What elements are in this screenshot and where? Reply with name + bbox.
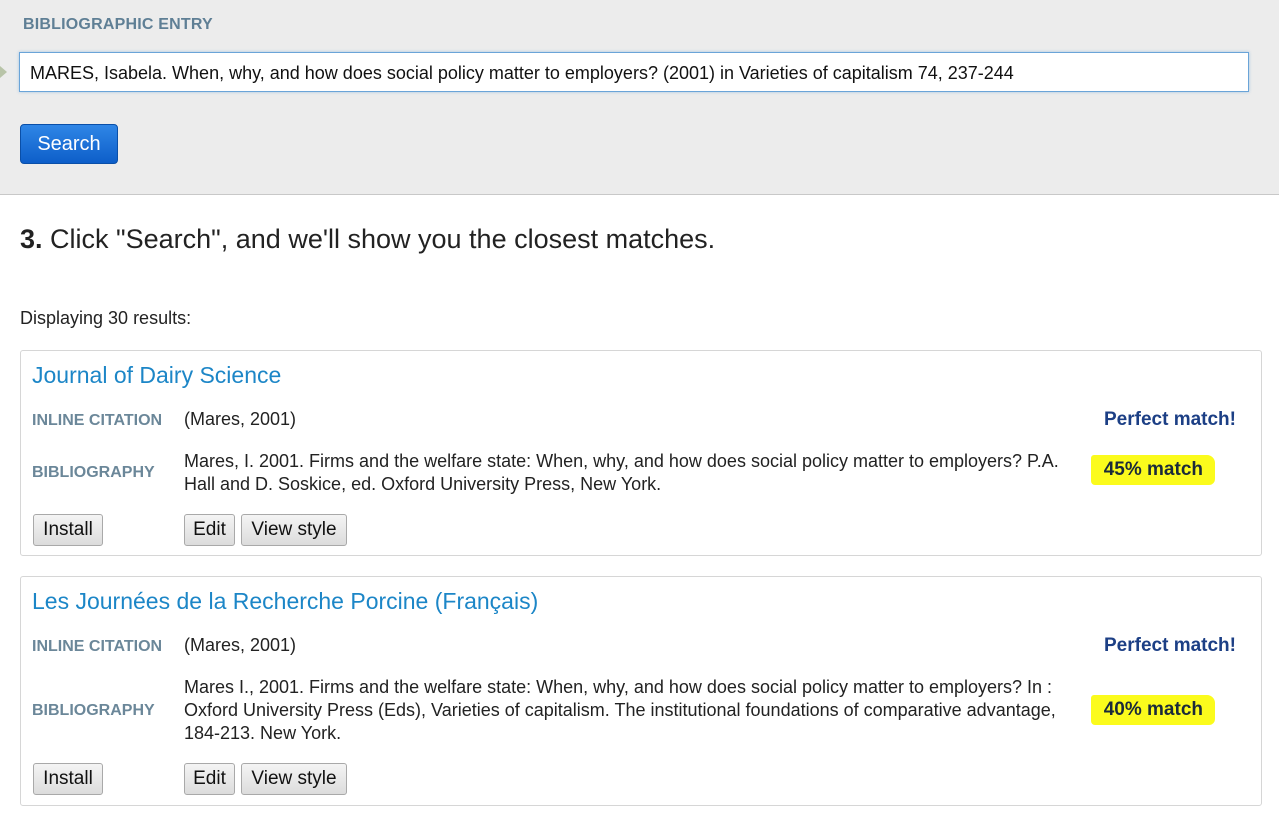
style-title-link[interactable]: Les Journées de la Recherche Porcine (Fr… [32,588,538,615]
bibliography-match-badge: 45% match [1090,455,1215,485]
bibliography-text: Mares, I. 2001. Firms and the welfare st… [184,451,1059,494]
install-button[interactable]: Install [33,514,103,546]
view-style-button[interactable]: View style [241,763,347,795]
result-card: Les Journées de la Recherche Porcine (Fr… [20,576,1262,806]
step-number: 3. [20,224,43,254]
inline-citation-label: INLINE CITATION [32,412,163,429]
inline-citation-text: (Mares, 2001) [184,409,297,429]
inline-citation-label: INLINE CITATION [32,638,163,655]
step-heading: 3. Click "Search", and we'll show you th… [20,224,715,255]
bibliography-label: BIBLIOGRAPHY [32,464,155,481]
edit-button[interactable]: Edit [184,763,235,795]
inline-match-badge: Perfect match! [1104,409,1236,430]
edit-button[interactable]: Edit [184,514,235,546]
bibliography-text: Mares I., 2001. Firms and the welfare st… [184,677,1056,743]
search-button[interactable]: Search [20,124,118,164]
bibliographic-entry-input[interactable]: MARES, Isabela. When, why, and how does … [19,52,1249,92]
bibliography-match-badge: 40% match [1090,695,1215,725]
bibliography-label: BIBLIOGRAPHY [32,702,155,719]
install-button[interactable]: Install [33,763,103,795]
inline-match-badge: Perfect match! [1104,635,1236,656]
bibliographic-entry-label: BIBLIOGRAPHIC ENTRY [23,16,213,33]
arrow-marker-icon [0,66,7,78]
step-text: Click "Search", and we'll show you the c… [50,224,716,254]
bibliographic-entry-panel: BIBLIOGRAPHIC ENTRY MARES, Isabela. When… [0,0,1279,195]
results-count: Displaying 30 results: [20,308,192,328]
view-style-button[interactable]: View style [241,514,347,546]
result-card: Journal of Dairy Science INLINE CITATION… [20,350,1262,556]
style-title-link[interactable]: Journal of Dairy Science [32,362,281,389]
inline-citation-text: (Mares, 2001) [184,635,297,655]
